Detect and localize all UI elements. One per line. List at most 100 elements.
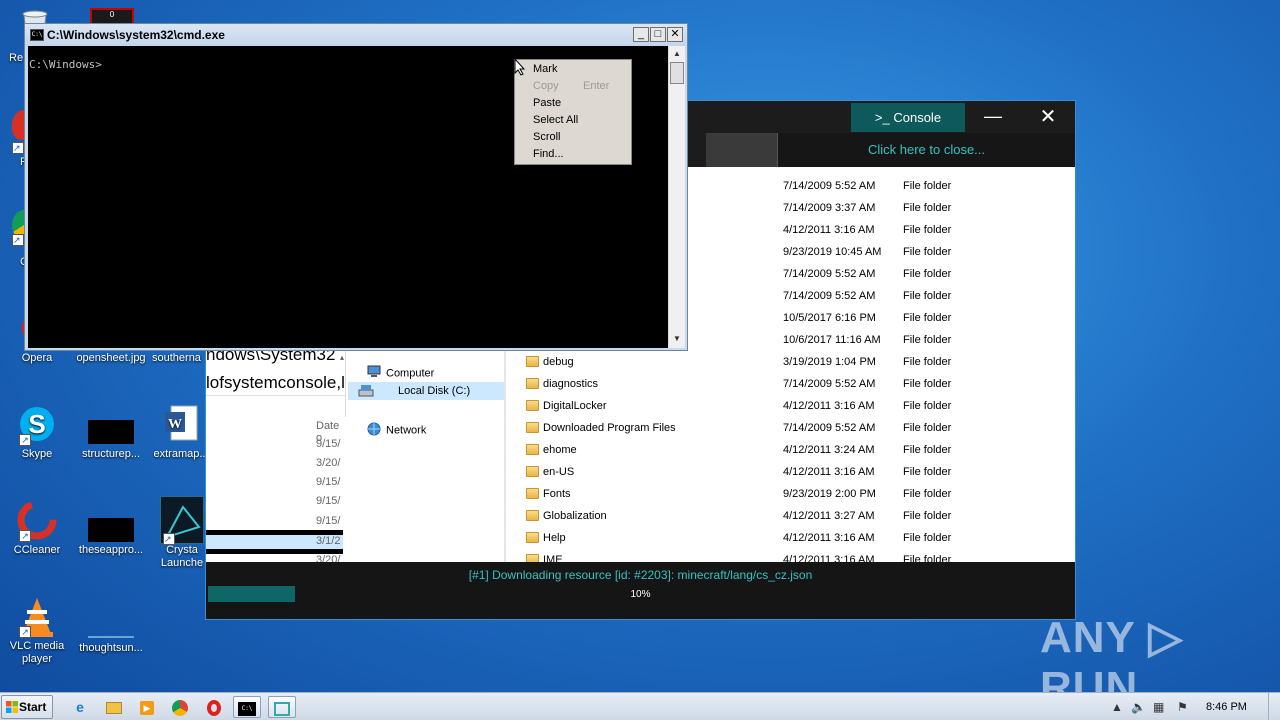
file-date: 4/12/2011 3:16 AM	[783, 532, 875, 544]
internet-explorer-icon: e	[76, 699, 84, 715]
file-date: 10/5/2017 6:16 PM	[783, 312, 876, 324]
file-row[interactable]: diagnostics 7/14/2009 5:52 AM File folder	[516, 373, 1075, 395]
network-icon	[366, 422, 382, 439]
svg-text:W: W	[168, 417, 182, 432]
console-button[interactable]: >_ Console	[851, 103, 965, 132]
menu-item-scroll[interactable]: Scroll	[533, 131, 561, 143]
menu-item-paste[interactable]: Paste	[533, 97, 561, 109]
folder-icon	[526, 422, 539, 433]
menu-item-mark[interactable]: Mark	[533, 63, 557, 75]
desktop-icon-crystal-launcher[interactable]: ↗ Crysta Launche	[160, 496, 208, 570]
desktop-icon-label: thoughtsun...	[79, 642, 143, 654]
file-type: File folder	[903, 312, 952, 324]
show-desktop-button[interactable]	[1268, 693, 1280, 720]
file-type: File folder	[903, 202, 952, 214]
scroll-thumb[interactable]	[670, 62, 684, 84]
cmd-minimize-button[interactable]: _	[633, 27, 649, 42]
shortcut-arrow-icon: ↗	[12, 234, 24, 246]
nav-item-local-disk[interactable]: Local Disk (C:)	[348, 382, 504, 400]
chrome-icon	[172, 700, 188, 717]
volume-icon[interactable]: 🔈	[1131, 700, 1146, 714]
taskbar-file-explorer[interactable]	[100, 696, 128, 718]
start-button[interactable]: Start	[1, 695, 53, 719]
nav-item-label: Local Disk (C:)	[398, 385, 471, 397]
file-row[interactable]: en-US 4/12/2011 3:16 AM File folder	[516, 461, 1075, 483]
date-cell: 3/20/	[316, 457, 341, 469]
cmd-prompt: C:\Windows>	[29, 58, 102, 71]
file-name: DigitalLocker	[543, 400, 607, 412]
file-row[interactable]: IME 4/12/2011 3:16 AM File folder	[516, 549, 1075, 562]
folder-icon	[526, 532, 539, 543]
file-type: File folder	[903, 488, 952, 500]
desktop-icon-label: opensheet.jpg	[76, 352, 146, 364]
menu-item-select-all[interactable]: Select All	[533, 114, 578, 126]
scroll-down-arrow-icon[interactable]: ▼	[670, 332, 684, 346]
file-name: diagnostics	[543, 378, 599, 390]
desktop-icon-label: southerna	[152, 352, 201, 364]
file-type: File folder	[903, 334, 952, 346]
nav-item-computer[interactable]: Computer	[366, 365, 434, 382]
start-label: Start	[19, 700, 47, 714]
network-status-icon[interactable]: ▦	[1153, 700, 1164, 714]
search-text[interactable]: lofsystemconsole,l	[206, 373, 345, 393]
taskbar-launcher[interactable]	[268, 696, 296, 718]
cmd-maximize-button[interactable]: □	[650, 27, 666, 42]
menu-shortcut-enter: Enter	[583, 80, 610, 92]
taskbar-internet-explorer[interactable]: e	[66, 696, 94, 718]
cmd-scrollbar[interactable]: ▲ ▼	[668, 46, 685, 348]
cmd-titlebar[interactable]: C:\ C:\Windows\system32\cmd.exe _ □ ✕	[25, 24, 687, 46]
desktop-icon-thoughtsun[interactable]: thoughtsun...	[74, 596, 148, 655]
desktop-icon-label: structurep...	[81, 448, 141, 460]
minimize-button[interactable]: —	[968, 103, 1018, 132]
taskbar-cmd[interactable]: C:\	[233, 696, 261, 718]
file-row[interactable]: Help 4/12/2011 3:16 AM File folder	[516, 527, 1075, 549]
folder-icon	[526, 466, 539, 477]
taskbar-opera[interactable]	[200, 696, 228, 718]
file-name: Fonts	[543, 488, 571, 500]
folder-icon	[526, 554, 539, 562]
nav-item-label: Network	[386, 424, 427, 437]
cmd-icon: C:\	[238, 702, 256, 717]
cmd-close-button[interactable]: ✕	[667, 27, 683, 42]
file-date: 4/12/2011 3:16 AM	[783, 400, 875, 412]
file-type: File folder	[903, 356, 952, 368]
file-date: 7/14/2009 3:37 AM	[783, 202, 876, 214]
file-row[interactable]: Downloaded Program Files 7/14/2009 5:52 A…	[516, 417, 1075, 439]
minimize-icon: _	[637, 28, 645, 40]
show-hidden-icons-icon[interactable]: ▲	[1111, 700, 1123, 714]
opera-icon	[207, 700, 221, 717]
action-center-flag-icon[interactable]: ⚑	[1177, 700, 1188, 714]
close-icon: ✕	[1039, 106, 1057, 128]
file-type: File folder	[903, 180, 952, 192]
close-button[interactable]: ✕	[1023, 103, 1073, 132]
taskbar-chrome[interactable]	[166, 696, 194, 718]
file-date: 9/23/2019 2:00 PM	[783, 488, 876, 500]
file-row[interactable]: DigitalLocker 4/12/2011 3:16 AM File folde…	[516, 395, 1075, 417]
date-cell: 9/15/	[316, 515, 341, 527]
taskbar-clock[interactable]: 8:46 PM	[1206, 701, 1247, 713]
folder-icon	[106, 702, 122, 715]
nav-item-network[interactable]: Network	[366, 422, 426, 439]
desktop-icon-label: theseappro...	[78, 544, 144, 556]
desktop-icon-theseappro[interactable]: theseappro...	[74, 500, 148, 557]
menu-item-find[interactable]: Find...	[533, 148, 564, 160]
file-date: 4/12/2011 3:24 AM	[783, 444, 875, 456]
desktop-icon-skype[interactable]: S ↗ Skype	[0, 404, 74, 461]
shortcut-arrow-icon: ↗	[19, 530, 31, 542]
desktop-icon-vlc[interactable]: ↗ VLC media player	[0, 596, 74, 666]
file-row[interactable]: debug 3/19/2019 1:04 PM File folder	[516, 351, 1075, 373]
file-row[interactable]: Fonts 9/23/2019 2:00 PM File folder	[516, 483, 1075, 505]
desktop-icon-structurep[interactable]: structurep...	[74, 404, 148, 461]
system-tray: ▲ 🔈 ▦ ⚑	[1105, 693, 1280, 720]
desktop-icon-ccleaner[interactable]: ↗ CCleaner	[0, 500, 74, 557]
date-cell: 9/15/	[316, 495, 341, 507]
file-row[interactable]: ehome 4/12/2011 3:24 AM File folder	[516, 439, 1075, 461]
scroll-up-arrow-icon[interactable]: ▲	[670, 47, 684, 61]
drive-icon	[358, 384, 374, 404]
nav-item-label: Computer	[386, 367, 435, 380]
click-to-close-button[interactable]: Click here to close...	[778, 133, 1075, 167]
file-thumbnail-icon	[88, 500, 134, 542]
file-row[interactable]: Globalization 4/12/2011 3:27 AM File folde…	[516, 505, 1075, 527]
folder-icon	[526, 378, 539, 389]
taskbar-media-player[interactable]: ▶	[133, 696, 161, 718]
